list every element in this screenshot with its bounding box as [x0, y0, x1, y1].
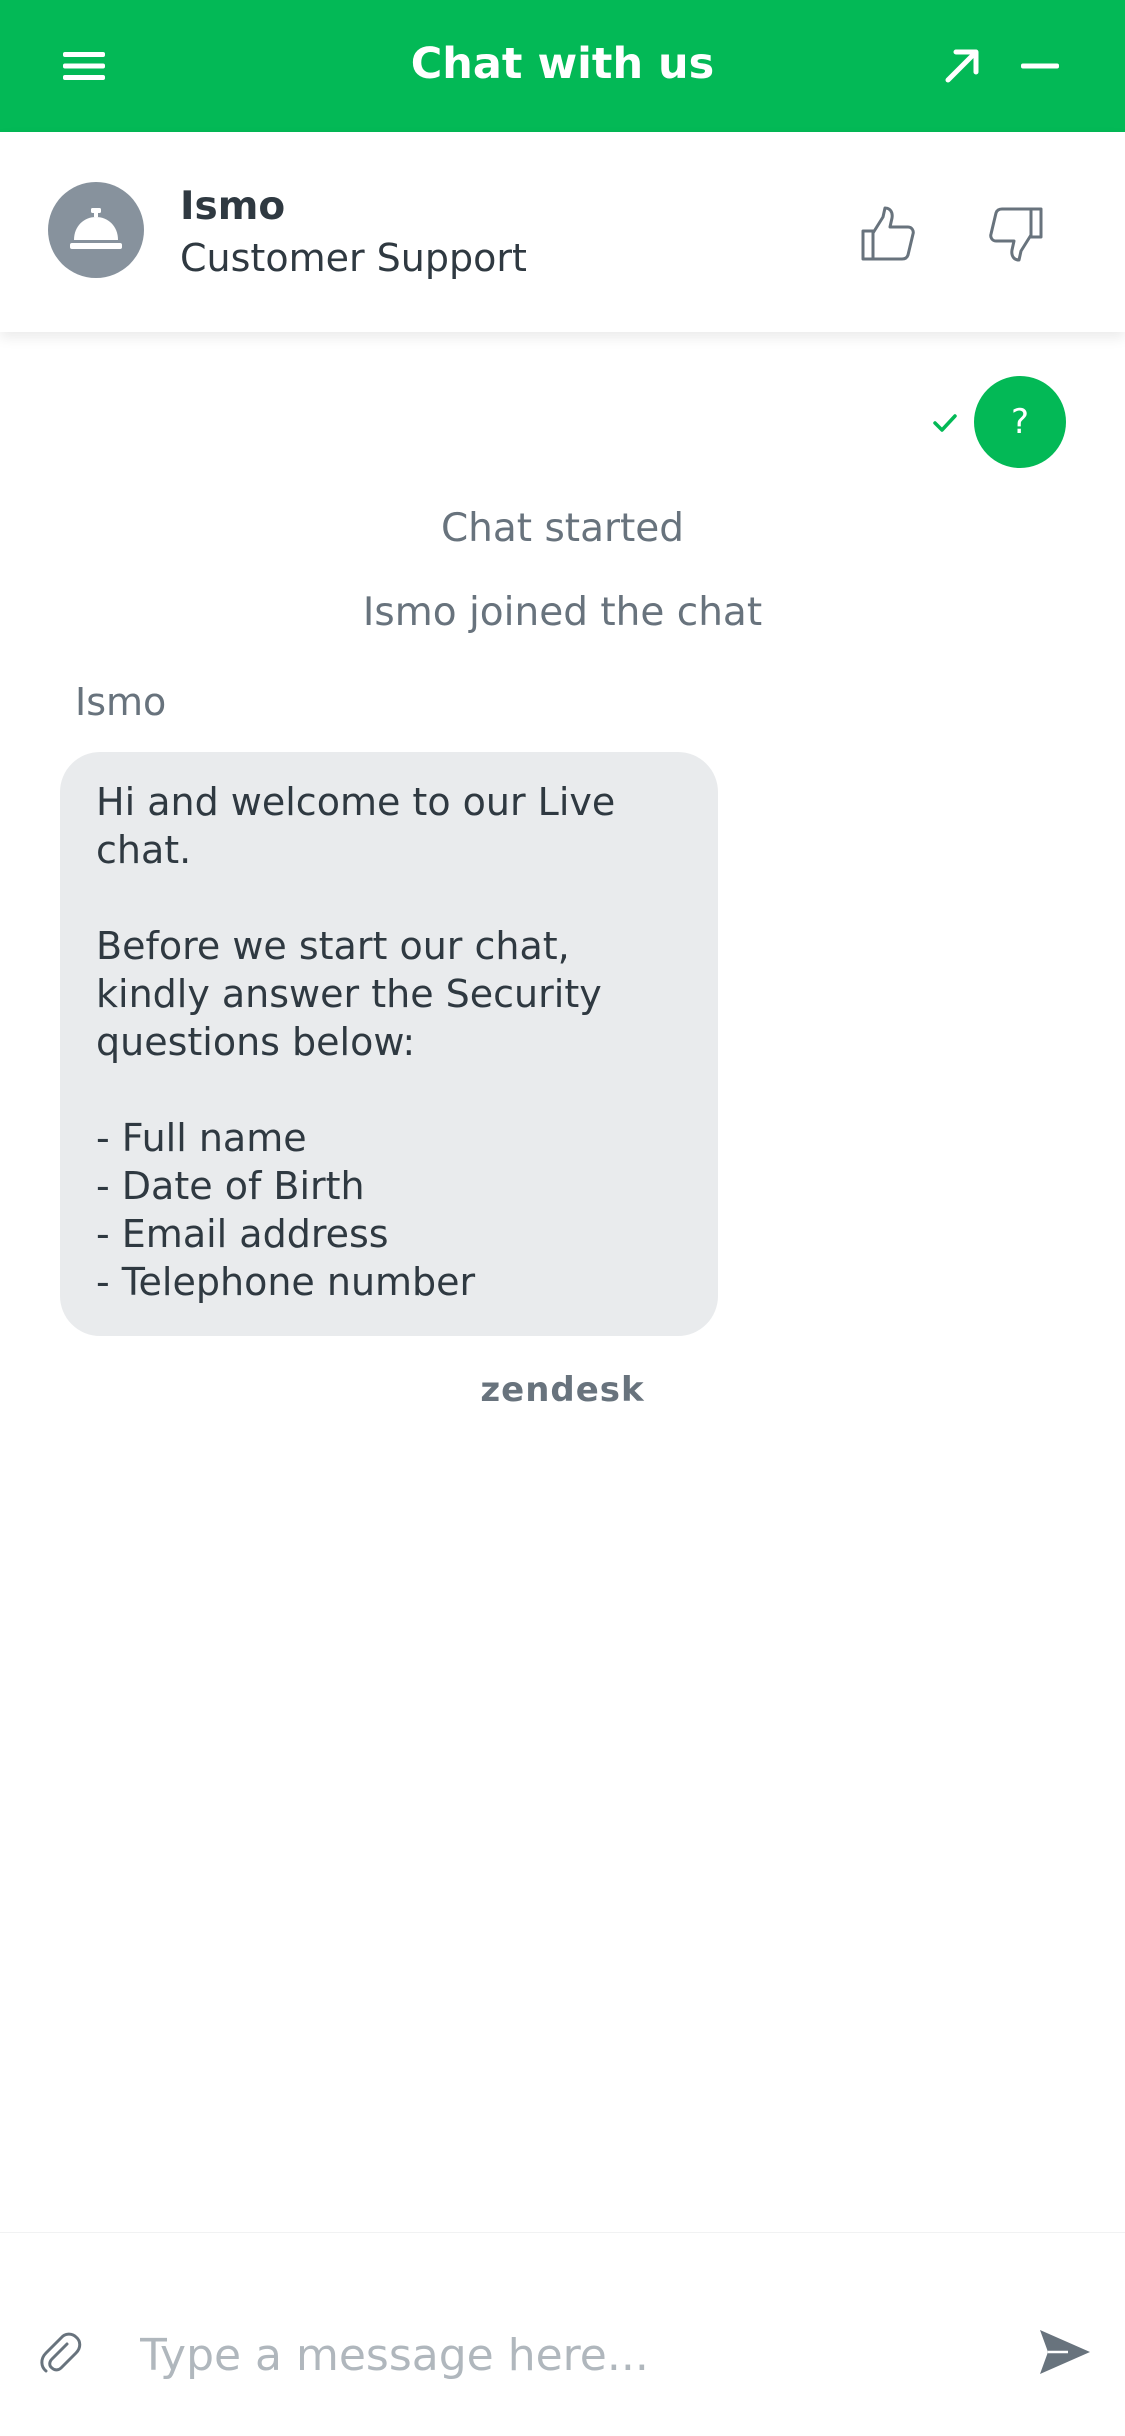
- message-composer: [0, 2232, 1125, 2436]
- thumbs-up-icon: [861, 206, 915, 261]
- visitor-message-bubble: ?: [974, 376, 1066, 468]
- zendesk-logo[interactable]: zendesk: [0, 1370, 1125, 1410]
- chat-started-event: Chat started: [440, 506, 685, 551]
- minimize-button[interactable]: [1008, 34, 1072, 98]
- chat-header: Chat with us: [0, 0, 1125, 132]
- thumbs-down-icon: [989, 207, 1043, 262]
- agent-joined-event: Ismo joined the chat: [362, 590, 763, 635]
- send-icon: [1040, 2330, 1090, 2374]
- rate-chat-bad-button[interactable]: [978, 196, 1054, 272]
- agent-message-bubble: Hi and welcome to our Live chat. Before …: [60, 752, 718, 1336]
- concierge-bell-icon: [70, 208, 122, 249]
- agent-name: Ismo: [180, 184, 286, 229]
- paperclip-icon: [40, 2332, 82, 2373]
- agent-avatar: [48, 182, 144, 278]
- minimize-icon: [1021, 63, 1059, 69]
- chat-widget: Chat with us Ismo Customer Support ? Cha…: [0, 0, 1125, 2436]
- agent-role: Customer Support: [180, 236, 527, 280]
- chat-log[interactable]: ? Chat started Ismo joined the chat Ismo…: [0, 332, 1125, 2232]
- attach-file-button[interactable]: [30, 2323, 90, 2383]
- rate-chat-good-button[interactable]: [850, 196, 926, 272]
- message-input[interactable]: [140, 2313, 960, 2397]
- agent-info-bar: Ismo Customer Support: [0, 132, 1125, 332]
- message-sender-name: Ismo: [75, 680, 167, 724]
- popout-button[interactable]: [930, 34, 994, 98]
- checkmark-icon: [933, 414, 957, 432]
- popout-arrow-icon: [945, 49, 979, 83]
- send-button[interactable]: [1030, 2317, 1100, 2387]
